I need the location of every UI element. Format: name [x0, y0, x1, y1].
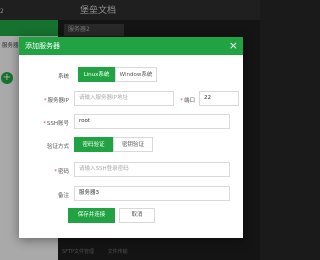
server-ip-input[interactable]: 请输入服务器IP地址 [74, 91, 174, 106]
dialog-header: 添加服务器 × [19, 37, 243, 55]
remark-input[interactable]: 服务器3 [74, 186, 230, 201]
remark-label: 备注 [57, 193, 69, 199]
save-and-connect-button[interactable]: 保存并连接 [68, 208, 115, 223]
auth-key-option[interactable]: 密钥验证 [113, 137, 153, 152]
password-label: *密码 [54, 169, 69, 175]
ssh-account-input[interactable]: root [74, 114, 230, 129]
close-icon[interactable]: × [229, 39, 238, 52]
dialog-title: 添加服务器 [25, 42, 60, 50]
system-label: 系统 [57, 74, 69, 80]
system-linux-option[interactable]: Linux系统 [78, 67, 115, 82]
cancel-button[interactable]: 取消 [119, 208, 155, 223]
auth-password-option[interactable]: 密码验证 [74, 137, 113, 152]
port-label: *端口 [180, 98, 195, 104]
password-input[interactable]: 请输入SSH登录密码 [74, 162, 230, 177]
system-windows-option[interactable]: Window系统 [115, 67, 157, 82]
ssh-account-label: *SSH账号 [43, 121, 69, 127]
port-input[interactable]: 22 [199, 91, 239, 106]
add-server-dialog: 添加服务器 × 系统 Linux系统 Window系统 *服务器IP 请输入服务… [19, 37, 243, 238]
auth-method-label: 验证方式 [46, 144, 69, 150]
server-ip-label: *服务器IP [43, 98, 69, 104]
